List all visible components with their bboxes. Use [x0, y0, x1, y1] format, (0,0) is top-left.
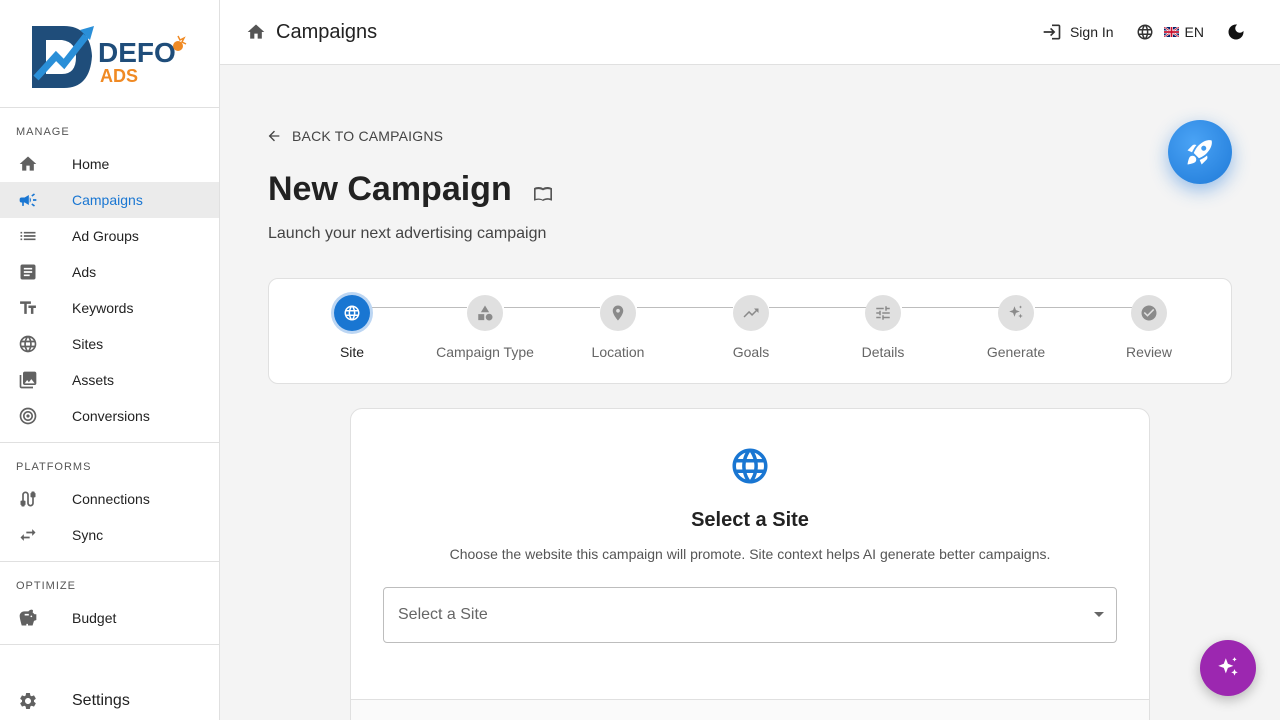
sign-in-button[interactable]: Sign In — [1042, 22, 1114, 42]
globe-icon — [1137, 24, 1153, 40]
back-to-campaigns-link[interactable]: BACK TO CAMPAIGNS — [266, 128, 443, 144]
home-icon — [18, 154, 38, 174]
site-select-placeholder: Select a Site — [398, 606, 488, 623]
rocket-icon — [1187, 140, 1212, 165]
nav-section-title: MANAGE — [16, 126, 70, 138]
sidebar-item-ads[interactable]: Ads — [0, 254, 219, 290]
page-subtitle: Launch your next advertising campaign — [268, 225, 547, 242]
site-select[interactable]: Select a Site — [383, 587, 1117, 643]
uk-flag-icon — [1163, 27, 1179, 37]
nav-section-optimize: OPTIMIZE Budget — [0, 562, 219, 645]
piggy-bank-icon — [18, 608, 38, 628]
sidebar-item-label: Ad Groups — [72, 228, 139, 244]
sidebar-item-label: Campaigns — [72, 192, 143, 208]
globe-icon — [334, 295, 370, 331]
login-icon — [1043, 24, 1061, 40]
launch-rocket-button[interactable] — [1168, 120, 1232, 184]
sidebar-item-budget[interactable]: Budget — [0, 600, 219, 636]
sidebar-item-label: Budget — [72, 610, 117, 626]
check-circle-icon — [1131, 295, 1167, 331]
settings-label: Settings — [72, 692, 130, 709]
step-label: Site — [339, 344, 365, 360]
step-generate[interactable]: Generate — [956, 295, 1076, 360]
shapes-icon — [467, 295, 503, 331]
nav-section-manage: MANAGE Home Campaigns Ad Groups Ads Keyw… — [0, 108, 219, 443]
sidebar-item-label: Home — [72, 156, 110, 172]
step-label: Location — [591, 344, 645, 360]
sidebar-item-label: Sync — [72, 527, 104, 543]
language-selector[interactable]: EN — [1136, 23, 1204, 41]
sidebar-item-label: Assets — [72, 372, 115, 388]
sign-in-label: Sign In — [1069, 24, 1114, 40]
sidebar-item-label: Connections — [72, 491, 150, 507]
list-icon — [18, 226, 38, 246]
sidebar-item-ad-groups[interactable]: Ad Groups — [0, 218, 219, 254]
language-code: EN — [1184, 24, 1204, 40]
sidebar-item-home[interactable]: Home — [0, 146, 219, 182]
page-header-title: Campaigns — [276, 20, 378, 43]
megaphone-icon — [18, 190, 38, 210]
step-goals[interactable]: Goals — [691, 295, 811, 360]
sparkle-icon — [998, 295, 1034, 331]
sidebar-item-assets[interactable]: Assets — [0, 362, 219, 398]
step-campaign-type[interactable]: Campaign Type — [425, 295, 545, 360]
sidebar: DEFO ADS MANAGE Home Campaigns Ad Groups… — [0, 0, 220, 720]
step-label: Goals — [732, 344, 770, 360]
defo-ads-logo[interactable]: DEFO ADS — [0, 0, 219, 108]
page-title: New Campaign — [268, 170, 512, 208]
topbar-actions: Sign In EN — [1042, 0, 1246, 64]
sparkle-icon — [1218, 657, 1238, 676]
step-location[interactable]: Location — [558, 295, 678, 360]
sidebar-item-label: Conversions — [72, 408, 150, 424]
nav-section-platforms: PLATFORMS Connections Sync — [0, 443, 219, 562]
text-fields-icon — [18, 298, 38, 318]
sync-arrows-icon — [18, 525, 38, 545]
select-site-card: Select a Site Choose the website this ca… — [350, 408, 1150, 720]
globe-icon — [18, 334, 38, 354]
sidebar-item-label: Ads — [72, 264, 97, 280]
step-label: Campaign Type — [436, 344, 534, 360]
campaign-stepper: Site Campaign Type Location Goals Detail… — [268, 278, 1232, 384]
card-title: Select a Site — [691, 509, 809, 531]
globe-icon — [729, 445, 771, 492]
trending-up-icon — [733, 295, 769, 331]
ai-assistant-button[interactable] — [1200, 640, 1256, 696]
step-label: Details — [861, 344, 905, 360]
cable-icon — [18, 489, 38, 509]
location-pin-icon — [600, 295, 636, 331]
sidebar-item-sync[interactable]: Sync — [0, 517, 219, 553]
sidebar-item-conversions[interactable]: Conversions — [0, 398, 219, 434]
sidebar-item-settings[interactable]: Settings — [0, 683, 219, 719]
top-bar: Campaigns Sign In EN — [220, 0, 1280, 65]
sidebar-item-campaigns[interactable]: Campaigns — [0, 182, 219, 218]
nav-section-title: OPTIMIZE — [16, 580, 76, 592]
home-icon[interactable] — [246, 22, 266, 42]
dark-mode-toggle-moon-icon[interactable] — [1226, 22, 1246, 42]
svg-text:ADS: ADS — [100, 66, 138, 86]
target-icon — [18, 406, 38, 426]
logo-mark: DEFO ADS — [32, 25, 187, 88]
step-label: Review — [1126, 344, 1172, 360]
sidebar-item-sites[interactable]: Sites — [0, 326, 219, 362]
step-label: Generate — [986, 344, 1046, 360]
open-book-guide-icon[interactable] — [533, 185, 553, 208]
sidebar-item-label: Sites — [72, 336, 104, 352]
sidebar-item-connections[interactable]: Connections — [0, 481, 219, 517]
step-details[interactable]: Details — [823, 295, 943, 360]
nav-section-title: PLATFORMS — [16, 461, 92, 473]
back-label: BACK TO CAMPAIGNS — [292, 128, 444, 144]
card-footer — [351, 700, 1149, 720]
step-review[interactable]: Review — [1089, 295, 1209, 360]
image-icon — [18, 370, 38, 390]
tune-icon — [865, 295, 901, 331]
svg-text:DEFO: DEFO — [98, 37, 176, 68]
sidebar-item-keywords[interactable]: Keywords — [0, 290, 219, 326]
arrow-back-icon — [268, 130, 280, 142]
step-site[interactable]: Site — [292, 295, 412, 360]
card-description: Choose the website this campaign will pr… — [449, 546, 1051, 562]
article-icon — [18, 262, 38, 282]
gear-icon — [18, 691, 38, 711]
sidebar-item-label: Keywords — [72, 300, 134, 316]
dropdown-arrow-icon — [1094, 612, 1104, 617]
